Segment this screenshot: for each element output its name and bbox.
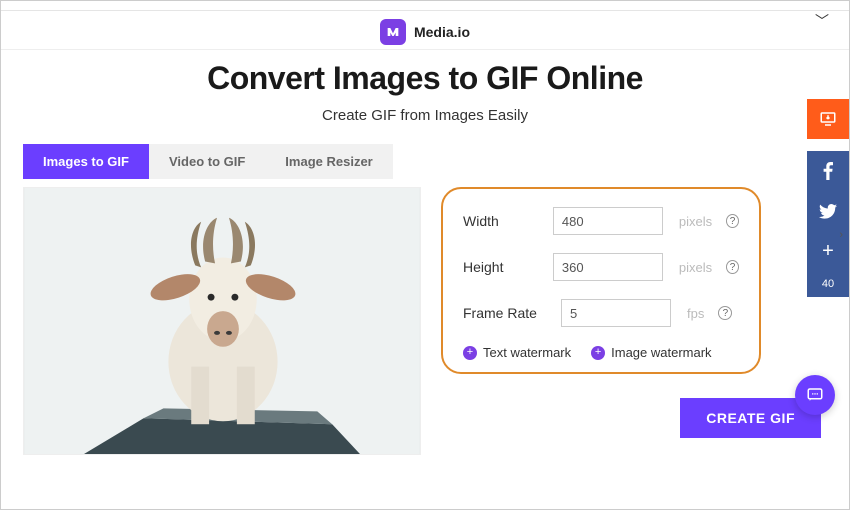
plus-icon: + <box>591 346 605 360</box>
help-icon[interactable]: ? <box>718 306 732 320</box>
tab-video-to-gif[interactable]: Video to GIF <box>149 144 265 179</box>
height-label: Height <box>463 259 543 275</box>
width-label: Width <box>463 213 543 229</box>
frame-rate-unit: fps <box>687 306 704 321</box>
add-image-watermark[interactable]: + Image watermark <box>591 345 711 360</box>
top-strip <box>1 1 849 11</box>
chevron-right-icon[interactable]: › <box>839 229 843 241</box>
hero: Convert Images to GIF Online Create GIF … <box>1 50 849 138</box>
tabs: Images to GIF Video to GIF Image Resizer <box>23 144 827 179</box>
page-title: Convert Images to GIF Online <box>1 60 849 97</box>
brand-bar: Media.io <box>1 11 849 50</box>
brand-name: Media.io <box>414 24 470 40</box>
height-unit: pixels <box>679 260 712 275</box>
chat-button[interactable] <box>795 375 835 415</box>
chevron-down-icon[interactable]: ﹀ <box>815 11 829 31</box>
image-watermark-label: Image watermark <box>611 345 711 360</box>
help-icon[interactable]: ? <box>726 214 739 228</box>
share-rail: + 40 <box>807 99 849 297</box>
tab-image-resizer[interactable]: Image Resizer <box>265 144 392 179</box>
help-icon[interactable]: ? <box>726 260 739 274</box>
frame-rate-input[interactable] <box>561 299 671 327</box>
frame-rate-label: Frame Rate <box>463 305 551 321</box>
download-app-button[interactable] <box>807 99 849 139</box>
text-watermark-label: Text watermark <box>483 345 571 360</box>
image-preview <box>23 187 421 455</box>
add-text-watermark[interactable]: + Text watermark <box>463 345 571 360</box>
share-count: 40 <box>807 271 849 297</box>
preview-image <box>24 188 420 454</box>
settings-panel: Width pixels ? Height pixels ? Frame Rat… <box>441 187 761 374</box>
width-unit: pixels <box>679 214 712 229</box>
width-input[interactable] <box>553 207 663 235</box>
share-facebook[interactable] <box>807 151 849 191</box>
height-input[interactable] <box>553 253 663 281</box>
page-subtitle: Create GIF from Images Easily <box>1 107 849 124</box>
plus-icon: + <box>463 346 477 360</box>
share-twitter[interactable] <box>807 191 849 231</box>
brand-logo <box>380 19 406 45</box>
tab-images-to-gif[interactable]: Images to GIF <box>23 144 149 179</box>
